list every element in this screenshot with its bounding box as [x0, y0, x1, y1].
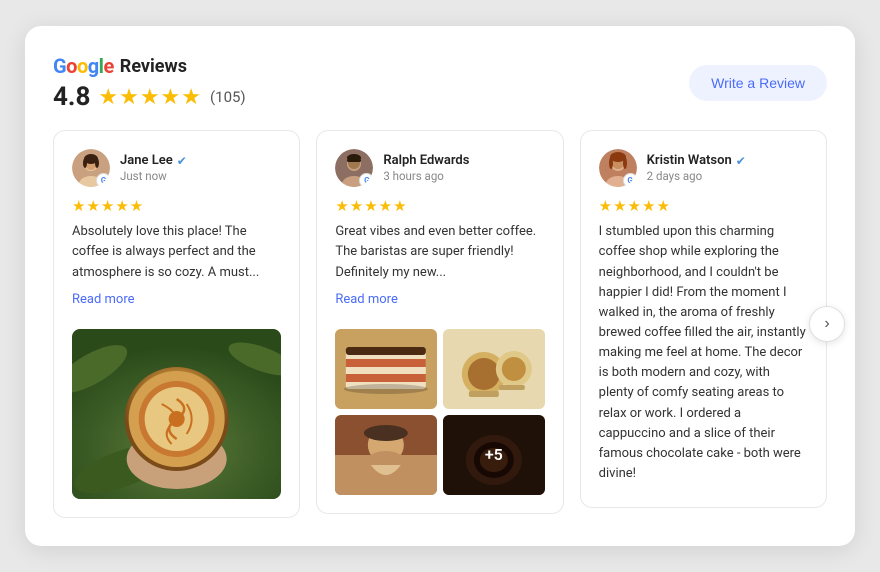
review-card-ralph-edwards: G Ralph Edwards 3 hours ago ★★★★★ Great … — [316, 130, 563, 513]
extra-count: +5 — [485, 445, 503, 464]
rating-number: 4.8 — [53, 82, 90, 112]
review-text: Great vibes and even better coffee. The … — [335, 222, 544, 282]
image-grid: +5 — [335, 329, 544, 495]
rating-row: 4.8 ★★★★★ (105) — [53, 82, 246, 112]
avatar: G — [599, 149, 637, 187]
reviewer-row: G Kristin Watson ✔ 2 days ago — [599, 149, 808, 187]
rating-stars: ★★★★★ — [98, 85, 202, 110]
verified-icon: ✔ — [736, 154, 746, 168]
extra-images-overlay: +5 — [443, 415, 545, 495]
review-image-latte — [72, 329, 281, 499]
reviewer-row: G Jane Lee ✔ Just now — [72, 149, 281, 187]
reviewer-row: G Ralph Edwards 3 hours ago — [335, 149, 544, 187]
review-time: 3 hours ago — [383, 169, 469, 183]
header: Google Reviews 4.8 ★★★★★ (105) Write a R… — [53, 54, 827, 112]
reviewer-name: Kristin Watson — [647, 153, 732, 168]
reviews-list: G Jane Lee ✔ Just now ★★★★★ Absolutely l… — [53, 130, 827, 517]
review-stars: ★★★★★ — [335, 197, 544, 215]
grid-image-1 — [335, 329, 437, 409]
next-button[interactable]: › — [809, 306, 845, 342]
review-time: Just now — [120, 169, 187, 183]
review-images — [72, 329, 281, 499]
google-badge: G — [96, 173, 110, 187]
reviewer-name: Ralph Edwards — [383, 153, 469, 168]
google-logo: Google — [53, 54, 114, 78]
read-more-link[interactable]: Read more — [335, 292, 398, 307]
google-reviews-title: Google Reviews — [53, 54, 246, 78]
review-card-jane-lee: G Jane Lee ✔ Just now ★★★★★ Absolutely l… — [53, 130, 300, 517]
read-more-link[interactable]: Read more — [72, 292, 135, 307]
review-stars: ★★★★★ — [599, 197, 808, 215]
avatar: G — [72, 149, 110, 187]
reviewer-info: Kristin Watson ✔ 2 days ago — [647, 153, 746, 183]
reviewer-info: Ralph Edwards 3 hours ago — [383, 153, 469, 183]
write-review-button[interactable]: Write a Review — [689, 65, 827, 101]
grid-image-4: +5 — [443, 415, 545, 495]
avatar: G — [335, 149, 373, 187]
review-images: +5 — [335, 329, 544, 495]
grid-image-2 — [443, 329, 545, 409]
google-reviews-widget: Google Reviews 4.8 ★★★★★ (105) Write a R… — [25, 26, 855, 545]
grid-image-3 — [335, 415, 437, 495]
google-badge: G — [359, 173, 373, 187]
header-left: Google Reviews 4.8 ★★★★★ (105) — [53, 54, 246, 112]
review-count: (105) — [210, 88, 246, 106]
review-time: 2 days ago — [647, 169, 746, 183]
review-text: I stumbled upon this charming coffee sho… — [599, 222, 808, 484]
reviewer-info: Jane Lee ✔ Just now — [120, 153, 187, 183]
reviews-label: Reviews — [120, 56, 187, 77]
verified-icon: ✔ — [177, 154, 187, 168]
google-badge: G — [623, 173, 637, 187]
review-stars: ★★★★★ — [72, 197, 281, 215]
review-text: Absolutely love this place! The coffee i… — [72, 222, 281, 282]
review-card-kristin-watson: G Kristin Watson ✔ 2 days ago ★★★★★ I st… — [580, 130, 827, 508]
reviewer-name: Jane Lee — [120, 153, 173, 168]
